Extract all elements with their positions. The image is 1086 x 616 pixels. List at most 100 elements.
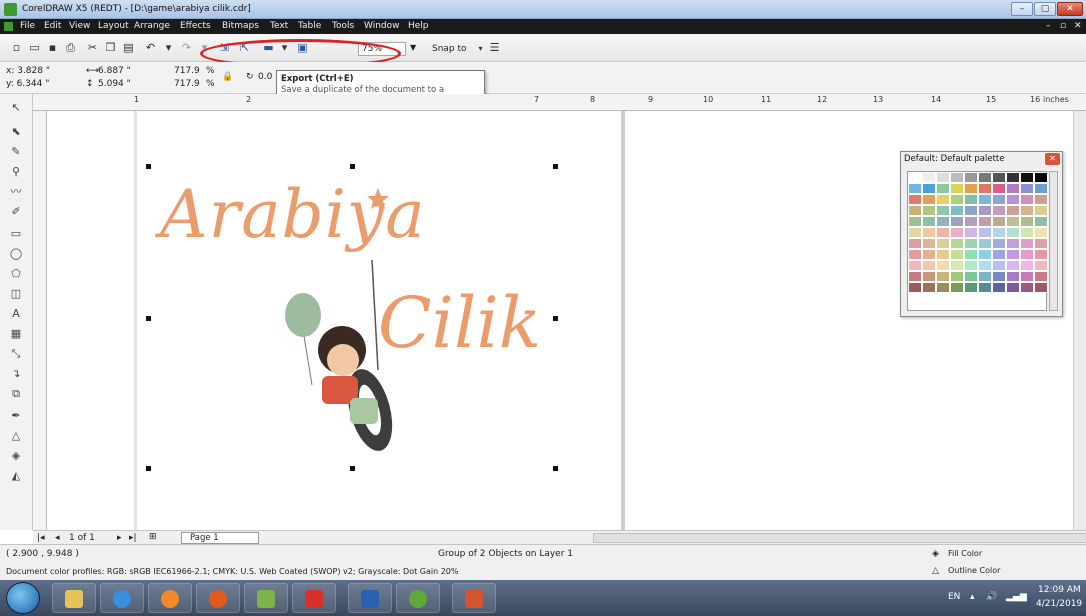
interactive-fill-icon[interactable]: ◭: [8, 468, 24, 484]
selection-handle[interactable]: [553, 466, 558, 471]
color-swatch[interactable]: [908, 183, 922, 194]
options-icon[interactable]: ☰: [488, 41, 501, 54]
color-swatch[interactable]: [978, 216, 992, 227]
selection-handle[interactable]: [146, 316, 151, 321]
color-swatch[interactable]: [950, 194, 964, 205]
freehand-tool-icon[interactable]: 〰: [8, 184, 24, 200]
selection-handle[interactable]: [553, 316, 558, 321]
color-swatch[interactable]: [922, 260, 936, 271]
color-swatch[interactable]: [992, 260, 1006, 271]
color-swatch[interactable]: [1006, 172, 1020, 183]
color-swatch[interactable]: [1034, 205, 1048, 216]
color-swatch[interactable]: [1034, 216, 1048, 227]
color-swatch[interactable]: [950, 282, 964, 293]
color-swatch[interactable]: [922, 216, 936, 227]
menu-window[interactable]: Window: [364, 21, 400, 31]
color-swatch[interactable]: [992, 249, 1006, 260]
color-swatch[interactable]: [908, 249, 922, 260]
undo-dropdown-icon[interactable]: ▾: [162, 41, 175, 54]
color-swatch[interactable]: [992, 183, 1006, 194]
color-swatch[interactable]: [908, 238, 922, 249]
x-position-field[interactable]: x: 3.828 ": [6, 66, 50, 76]
taskbar-acrobat[interactable]: [292, 583, 336, 613]
clock-date[interactable]: 4/21/2019: [1036, 599, 1082, 609]
menu-arrange[interactable]: Arrange: [134, 21, 170, 31]
smart-fill-icon[interactable]: ✐: [8, 204, 24, 220]
color-swatch[interactable]: [950, 205, 964, 216]
color-swatch[interactable]: [1006, 249, 1020, 260]
color-swatch[interactable]: [908, 216, 922, 227]
color-swatch[interactable]: [978, 271, 992, 282]
color-swatch[interactable]: [964, 271, 978, 282]
taskbar-internet-explorer[interactable]: [100, 583, 144, 613]
color-swatch[interactable]: [992, 271, 1006, 282]
color-swatch[interactable]: [936, 227, 950, 238]
paste-icon[interactable]: ▤: [122, 41, 135, 54]
zoom-tool-icon[interactable]: ⚲: [8, 164, 24, 180]
color-swatch[interactable]: [1020, 194, 1034, 205]
color-swatch[interactable]: [1020, 172, 1034, 183]
color-swatch[interactable]: [922, 183, 936, 194]
selection-handle[interactable]: [553, 164, 558, 169]
color-swatch[interactable]: [1020, 260, 1034, 271]
last-page-icon[interactable]: ▸|: [129, 533, 137, 543]
color-swatch[interactable]: [908, 205, 922, 216]
color-swatch[interactable]: [1020, 183, 1034, 194]
selection-handle[interactable]: [350, 164, 355, 169]
color-swatch[interactable]: [1034, 172, 1048, 183]
crop-tool-icon[interactable]: ✎: [8, 144, 24, 160]
color-swatch[interactable]: [1034, 249, 1048, 260]
color-swatch[interactable]: [978, 183, 992, 194]
color-swatch[interactable]: [1034, 238, 1048, 249]
color-swatch[interactable]: [992, 238, 1006, 249]
color-swatch[interactable]: [936, 238, 950, 249]
rotation-field[interactable]: 0.0: [258, 72, 272, 82]
color-swatch[interactable]: [1006, 216, 1020, 227]
color-swatch[interactable]: [936, 194, 950, 205]
color-swatch[interactable]: [1034, 260, 1048, 271]
close-button[interactable]: ✕: [1057, 2, 1083, 16]
color-swatch[interactable]: [1034, 282, 1048, 293]
rectangle-tool-icon[interactable]: ▭: [8, 226, 24, 242]
color-swatch[interactable]: [1020, 216, 1034, 227]
color-swatch[interactable]: [964, 172, 978, 183]
undo-icon[interactable]: ↶: [144, 41, 157, 54]
color-swatch[interactable]: [922, 238, 936, 249]
color-swatch[interactable]: [1006, 183, 1020, 194]
taskbar-powerpoint[interactable]: [452, 583, 496, 613]
doc-restore-icon[interactable]: ▫: [1060, 21, 1066, 31]
menu-edit[interactable]: Edit: [44, 21, 61, 31]
color-swatch[interactable]: [1020, 238, 1034, 249]
save-icon[interactable]: ▪: [46, 41, 59, 54]
color-swatch[interactable]: [978, 172, 992, 183]
menu-layout[interactable]: Layout: [98, 21, 129, 31]
prev-page-icon[interactable]: ◂: [55, 533, 60, 543]
color-swatch[interactable]: [978, 227, 992, 238]
color-swatch[interactable]: [936, 205, 950, 216]
color-swatch[interactable]: [908, 271, 922, 282]
color-swatch[interactable]: [908, 282, 922, 293]
color-swatch[interactable]: [964, 238, 978, 249]
color-swatch[interactable]: [1020, 271, 1034, 282]
taskbar-file-manager[interactable]: [244, 583, 288, 613]
taskbar-explorer[interactable]: [52, 583, 96, 613]
color-swatch[interactable]: [922, 194, 936, 205]
scale-y-field[interactable]: 717.9: [174, 79, 200, 89]
color-swatch[interactable]: [922, 249, 936, 260]
menu-help[interactable]: Help: [408, 21, 429, 31]
blend-tool-icon[interactable]: ⧉: [8, 386, 24, 402]
color-swatch[interactable]: [908, 194, 922, 205]
color-swatch-grid[interactable]: [907, 171, 1048, 311]
color-swatch[interactable]: [978, 249, 992, 260]
color-swatch[interactable]: [950, 260, 964, 271]
color-swatch[interactable]: [964, 216, 978, 227]
color-swatch[interactable]: [936, 260, 950, 271]
menu-tools[interactable]: Tools: [332, 21, 354, 31]
redo-icon[interactable]: ↷: [180, 41, 193, 54]
outline-color-icon[interactable]: △: [932, 566, 939, 576]
color-swatch[interactable]: [964, 183, 978, 194]
color-swatch[interactable]: [964, 282, 978, 293]
taskbar-firefox[interactable]: [196, 583, 240, 613]
menu-table[interactable]: Table: [298, 21, 321, 31]
fill-tool-icon[interactable]: ◈: [8, 448, 24, 464]
